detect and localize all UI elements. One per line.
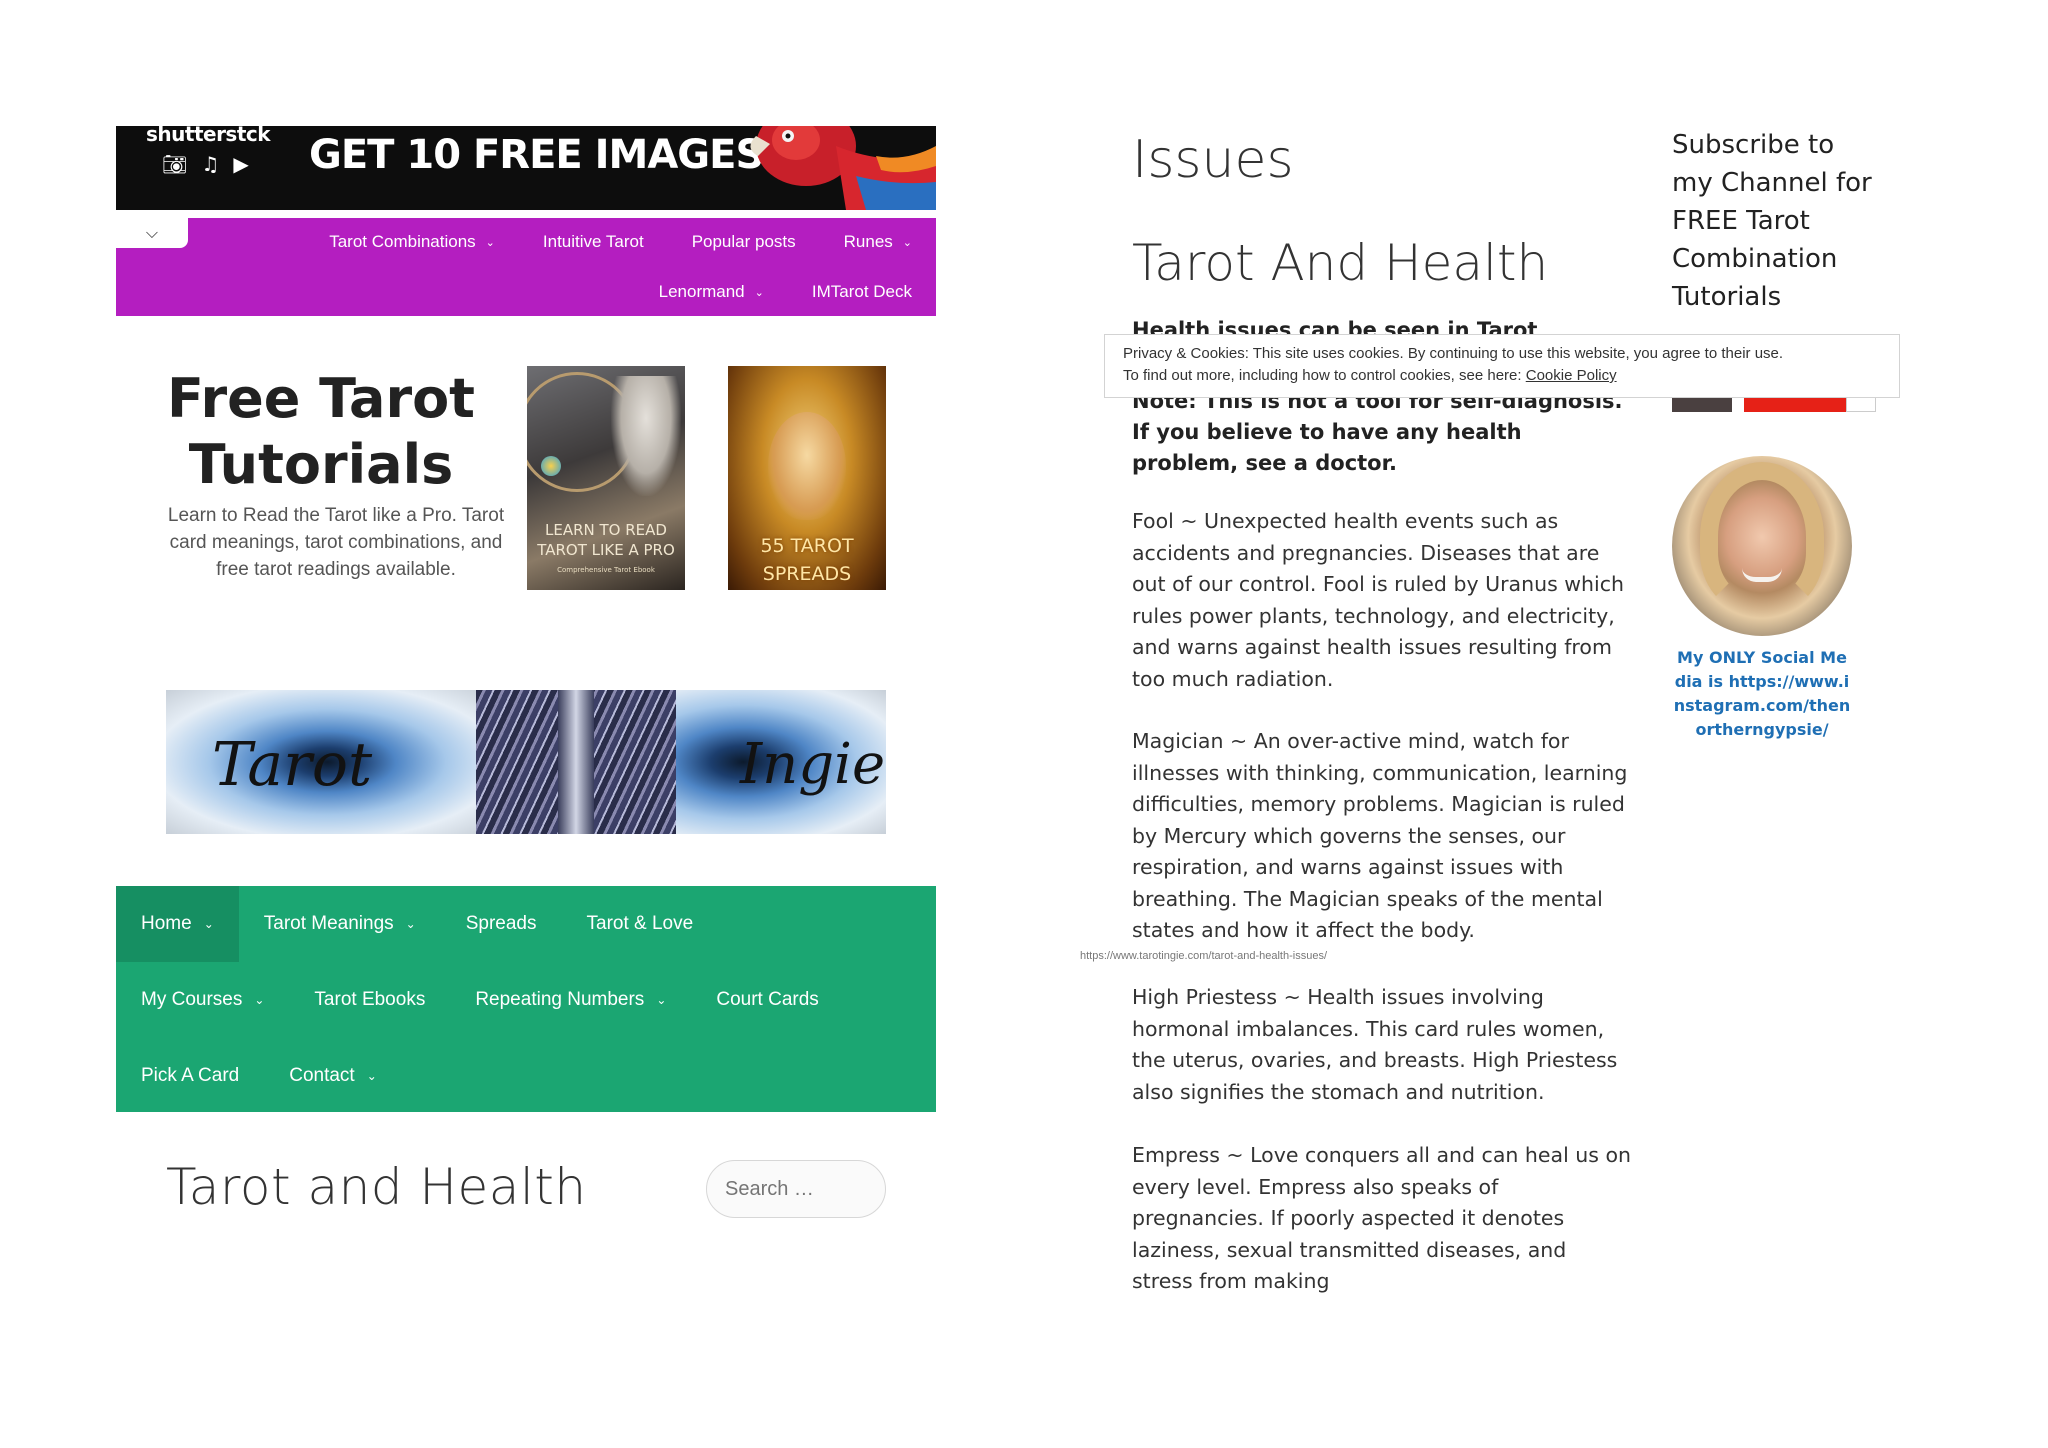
main-nav-row-3: Pick A Card Contact ⌄: [116, 1038, 402, 1114]
search-input[interactable]: [706, 1160, 886, 1218]
top-nav-label: Intuitive Tarot: [542, 232, 644, 251]
logo-word-tarot: Tarot: [212, 730, 373, 800]
title-continuation: Issues: [1132, 130, 1294, 190]
chevron-down-icon: ⌄: [485, 236, 495, 249]
social-media-link[interactable]: My ONLY Social Media is https://www.inst…: [1672, 646, 1852, 742]
main-nav-item-court-cards[interactable]: Court Cards: [691, 962, 843, 1038]
main-nav-row-2: My Courses ⌄ Tarot Ebooks Repeating Numb…: [116, 962, 844, 1038]
sidebar-heading: Subscribe to my Channel for FREE Tarot C…: [1672, 130, 1872, 312]
chevron-down-icon: ⌄: [405, 917, 416, 931]
main-nav: Home ⌄ Tarot Meanings ⌄ Spreads Tarot & …: [116, 886, 936, 1112]
link-hover-url: https://www.tarotingie.com/tarot-and-hea…: [1080, 950, 1328, 962]
ebook-title: LEARN TO READ TAROT LIKE A PRO: [537, 521, 675, 559]
main-nav-item-contact[interactable]: Contact ⌄: [264, 1038, 402, 1114]
logo-middle-pattern: [476, 690, 676, 834]
paragraph-empress: Empress ~ Love conquers all and can heal…: [1132, 1143, 1632, 1293]
play-icon: ▶︎: [233, 152, 263, 176]
camera-icon: 📷︎: [162, 152, 202, 176]
disclaimer-note: Note: This is not a tool for self-diagno…: [1132, 389, 1623, 475]
chevron-down-icon: ⌄: [366, 1069, 377, 1083]
main-nav-item-home[interactable]: Home ⌄: [116, 886, 239, 962]
logo-word-ingie: Ingie: [740, 732, 886, 797]
top-nav-item-intuitive-tarot[interactable]: Intuitive Tarot: [543, 232, 644, 252]
page-title: Tarot and Health: [166, 1158, 587, 1216]
site-title[interactable]: Free Tarot Tutorials: [156, 366, 486, 498]
subscriber-count-badge: [1846, 398, 1876, 412]
top-nav-label: IMTarot Deck: [811, 282, 912, 301]
main-nav-label: Tarot Meanings: [263, 913, 394, 934]
logo-eye-left: Tarot: [166, 690, 476, 834]
top-nav-row-2: Lenormand ⌄ IMTarot Deck: [659, 282, 912, 302]
cookie-notice-line-1: Privacy & Cookies: This site uses cookie…: [1123, 345, 1784, 362]
statue-graphic: [611, 376, 681, 496]
main-nav-item-my-courses[interactable]: My Courses ⌄: [116, 962, 289, 1038]
main-nav-row-1: Home ⌄ Tarot Meanings ⌄ Spreads Tarot & …: [116, 886, 718, 962]
top-nav-label: Tarot Combinations: [329, 232, 476, 251]
cookie-notice-line-2: To find out more, including how to contr…: [1123, 365, 1881, 387]
top-nav-label: Popular posts: [691, 232, 796, 251]
top-nav-item-lenormand[interactable]: Lenormand ⌄: [659, 282, 764, 302]
paragraph-magician: Magician ~ An over-active mind, watch fo…: [1132, 729, 1628, 942]
face-graphic: [768, 412, 846, 520]
ad-headline: GET 10 FREE IMAGES: [309, 132, 764, 178]
main-nav-item-tarot-meanings[interactable]: Tarot Meanings ⌄: [239, 886, 441, 962]
main-nav-label: Contact: [289, 1065, 355, 1086]
ebook-title: 55 TAROT SPREADS EBOOK: [760, 535, 854, 585]
ad-banner[interactable]: shutterstck 📷︎♫▶︎ GET 10 FREE IMAGES: [116, 126, 936, 210]
avatar: [1672, 456, 1852, 636]
article-title: Tarot And Health: [1132, 234, 1549, 292]
top-nav: Tarot Combinations ⌄ Intuitive Tarot Pop…: [116, 218, 936, 316]
top-nav-item-runes[interactable]: Runes ⌄: [844, 232, 912, 252]
top-nav-item-popular-posts[interactable]: Popular posts: [692, 232, 796, 252]
main-nav-label: Tarot & Love: [586, 913, 694, 934]
main-nav-label: Pick A Card: [141, 1065, 240, 1086]
logo-eye-right: Ingie: [676, 690, 886, 834]
chevron-down-icon: ⌄: [254, 993, 265, 1007]
site-tagline: Learn to Read the Tarot like a Pro. Taro…: [167, 505, 505, 580]
top-nav-label: Lenormand: [658, 282, 745, 301]
ebook-55-tarot-spreads[interactable]: 55 TAROT SPREADS EBOOK: [728, 366, 886, 590]
collapse-ad-button[interactable]: ⌵: [116, 218, 188, 248]
main-nav-item-repeating-numbers[interactable]: Repeating Numbers ⌄: [450, 962, 691, 1038]
main-nav-item-spreads[interactable]: Spreads: [441, 886, 562, 962]
chevron-down-icon: ⌵: [145, 223, 159, 242]
chevron-down-icon: ⌄: [902, 236, 912, 249]
main-nav-item-pick-a-card[interactable]: Pick A Card: [116, 1038, 264, 1114]
main-nav-label: Spreads: [465, 913, 537, 934]
ad-icons: 📷︎♫▶︎: [162, 152, 263, 176]
youtube-channel-thumbnail[interactable]: [1672, 398, 1732, 412]
youtube-subscribe-button[interactable]: [1744, 398, 1846, 412]
ebook-learn-to-read-tarot[interactable]: LEARN TO READ TAROT LIKE A PRO Comprehen…: [527, 366, 685, 590]
paragraph-high-priestess: High Priestess ~ Health issues involving…: [1132, 985, 1618, 1104]
main-nav-label: My Courses: [141, 989, 243, 1010]
ebook-subtitle: Comprehensive Tarot Ebook: [557, 566, 655, 574]
cookie-policy-link[interactable]: Cookie Policy: [1526, 367, 1617, 384]
top-nav-row-1: Tarot Combinations ⌄ Intuitive Tarot Pop…: [329, 232, 912, 252]
main-nav-label: Court Cards: [716, 989, 819, 1010]
main-nav-item-tarot-love[interactable]: Tarot & Love: [562, 886, 719, 962]
music-note-icon: ♫: [201, 152, 234, 176]
cookie-notice-text: To find out more, including how to contr…: [1123, 367, 1522, 384]
site-logo[interactable]: Tarot Ingie: [166, 690, 886, 834]
main-nav-label: Tarot Ebooks: [314, 989, 426, 1010]
paragraph-fool: Fool ~ Unexpected health events such as …: [1132, 509, 1624, 691]
parrot-image: [750, 126, 936, 210]
ad-brand: shutterstck: [146, 126, 271, 146]
heart-icon: [541, 456, 561, 476]
top-nav-item-imtarot-deck[interactable]: IMTarot Deck: [812, 282, 912, 302]
chevron-down-icon: ⌄: [754, 286, 764, 299]
top-nav-label: Runes: [843, 232, 893, 251]
main-nav-label: Repeating Numbers: [475, 989, 645, 1010]
main-nav-label: Home: [141, 913, 192, 934]
intro-line-obscured: Health issues can be seen in Tarot: [1132, 318, 1538, 334]
cookie-notice: Privacy & Cookies: This site uses cookie…: [1104, 334, 1900, 398]
main-nav-item-tarot-ebooks[interactable]: Tarot Ebooks: [289, 962, 450, 1038]
chevron-down-icon: ⌄: [656, 993, 667, 1007]
avatar-hair: [1700, 462, 1824, 612]
top-nav-item-tarot-combinations[interactable]: Tarot Combinations ⌄: [329, 232, 495, 252]
chevron-down-icon: ⌄: [203, 917, 214, 931]
